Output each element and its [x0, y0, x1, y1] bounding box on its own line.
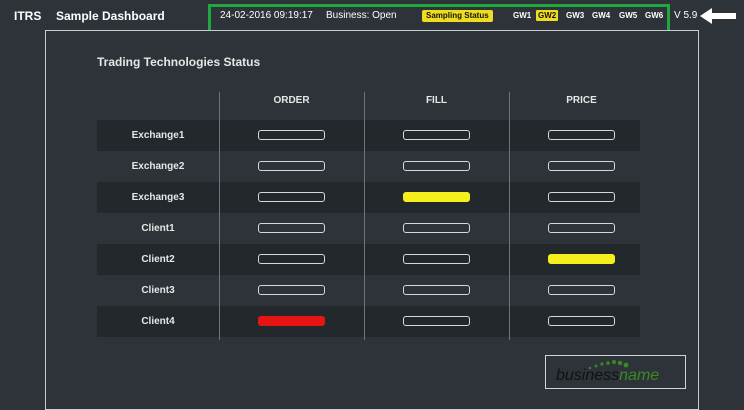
- column-header-fill: FILL: [425, 95, 448, 106]
- gateway-gw5[interactable]: GW5: [619, 11, 637, 20]
- arrow-left-icon: [700, 8, 736, 24]
- datetime: 24-02-2016 09:19:17: [220, 10, 313, 21]
- gateway-gw4[interactable]: GW4: [592, 11, 610, 20]
- status-indicator-fill[interactable]: [403, 161, 470, 171]
- row-label: Exchange2: [131, 161, 185, 172]
- logo-text-part1: business: [556, 367, 620, 384]
- status-row: Exchange1: [97, 120, 640, 151]
- status-indicator-price[interactable]: [548, 130, 615, 140]
- status-indicator-fill[interactable]: [403, 285, 470, 295]
- status-indicator-fill[interactable]: [403, 254, 470, 264]
- status-indicator-order[interactable]: [258, 316, 325, 326]
- gateway-gw6[interactable]: GW6: [645, 11, 663, 20]
- sampling-status-badge[interactable]: Sampling Status: [422, 10, 493, 22]
- logo-text-part2: name: [619, 367, 660, 384]
- column-divider: [509, 92, 510, 340]
- status-row: Client1: [97, 213, 640, 244]
- row-label: Exchange1: [131, 130, 185, 141]
- panel-title: Trading Technologies Status: [97, 55, 261, 69]
- status-indicator-fill[interactable]: [403, 223, 470, 233]
- status-indicator-order[interactable]: [258, 161, 325, 171]
- brand-label: ITRS: [14, 9, 42, 23]
- column-header-price: PRICE: [566, 95, 597, 106]
- row-label: Exchange3: [131, 192, 185, 203]
- gateway-gw1[interactable]: GW1: [513, 11, 531, 20]
- row-label: Client1: [141, 223, 175, 234]
- status-indicator-order[interactable]: [258, 223, 325, 233]
- status-indicator-price[interactable]: [548, 161, 615, 171]
- status-indicator-order[interactable]: [258, 254, 325, 264]
- gateway-gw2[interactable]: GW2: [536, 10, 559, 21]
- column-header-order: ORDER: [273, 95, 310, 106]
- row-label: Client4: [141, 316, 175, 327]
- status-indicator-order[interactable]: [258, 285, 325, 295]
- status-row: Client2: [97, 244, 640, 275]
- status-row: Client4: [97, 306, 640, 337]
- status-indicator-order[interactable]: [258, 192, 325, 202]
- status-indicator-price[interactable]: [548, 316, 615, 326]
- status-indicator-fill[interactable]: [403, 192, 470, 202]
- status-indicator-order[interactable]: [258, 130, 325, 140]
- status-indicator-fill[interactable]: [403, 316, 470, 326]
- status-indicator-price[interactable]: [548, 285, 615, 295]
- row-label: Client2: [141, 254, 175, 265]
- row-label: Client3: [141, 285, 175, 296]
- top-bar: ITRS Sample Dashboard 24-02-2016 09:19:1…: [0, 0, 744, 40]
- status-indicator-price[interactable]: [548, 254, 615, 264]
- column-divider: [364, 92, 365, 340]
- column-divider: [219, 92, 220, 340]
- version-label: V 5.9: [674, 10, 698, 21]
- status-indicator-price[interactable]: [548, 223, 615, 233]
- business-status: Business: Open: [326, 10, 397, 21]
- status-row: Exchange3: [97, 182, 640, 213]
- logo-text: businessname: [556, 367, 659, 385]
- status-indicator-price[interactable]: [548, 192, 615, 202]
- business-logo: businessname: [545, 355, 686, 389]
- status-row: Exchange2: [97, 151, 640, 182]
- status-row: Client3: [97, 275, 640, 306]
- status-indicator-fill[interactable]: [403, 130, 470, 140]
- dashboard-title: Sample Dashboard: [56, 9, 165, 23]
- gateway-gw3[interactable]: GW3: [566, 11, 584, 20]
